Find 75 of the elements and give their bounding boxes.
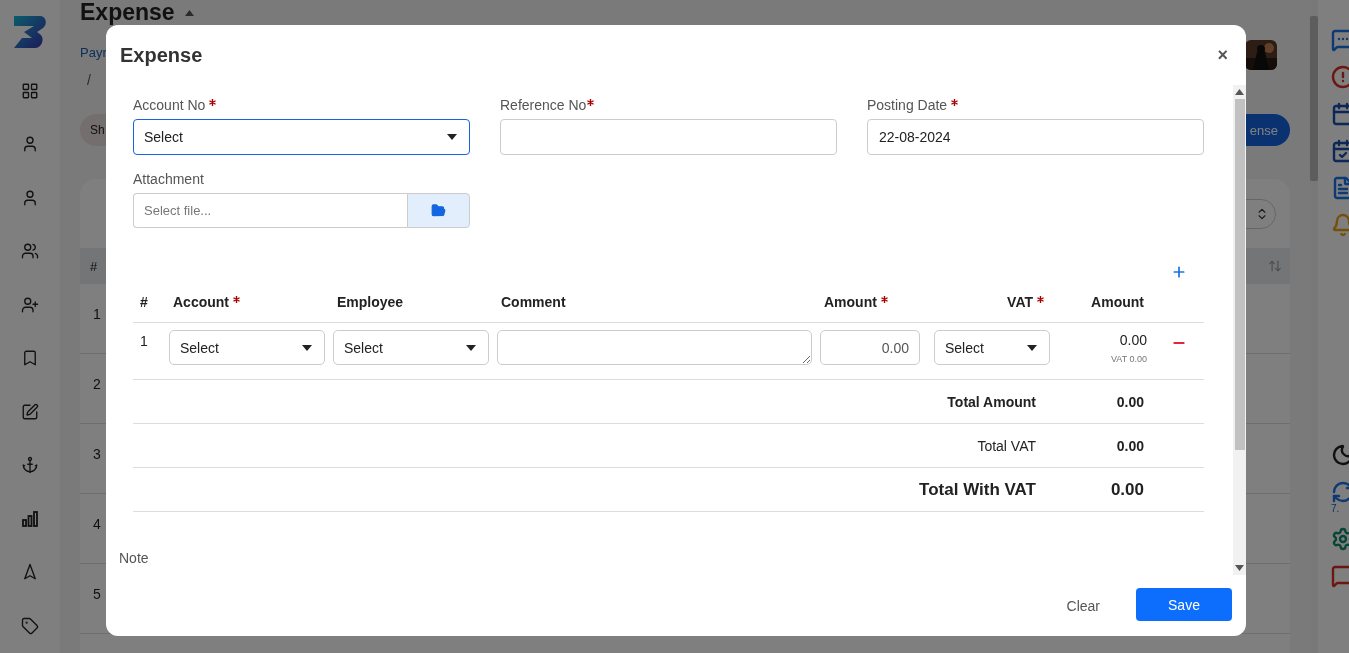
page-title: Expense bbox=[80, 0, 175, 25]
folder-icon bbox=[431, 203, 446, 218]
vat-select[interactable]: Select bbox=[934, 330, 1050, 365]
column-header: Employee bbox=[336, 294, 405, 310]
column-header: Comment bbox=[500, 294, 567, 310]
total-label: Total VAT bbox=[976, 437, 1037, 454]
caret-icon bbox=[302, 344, 312, 351]
row-number: 5 bbox=[93, 586, 101, 604]
add-user-icon[interactable] bbox=[21, 295, 39, 314]
total-label: Total With VAT bbox=[918, 479, 1037, 500]
tag-icon[interactable] bbox=[21, 616, 39, 635]
alert-icon[interactable] bbox=[1331, 65, 1349, 89]
comment-field[interactable] bbox=[497, 330, 812, 365]
column-header: # bbox=[139, 294, 149, 310]
row-number: 3 bbox=[93, 446, 101, 464]
dashboard-icon[interactable] bbox=[21, 81, 39, 100]
clear-button[interactable]: Clear bbox=[1054, 589, 1112, 622]
row-number: 1 bbox=[93, 306, 101, 324]
edit-icon[interactable] bbox=[21, 402, 39, 421]
row-number: 4 bbox=[93, 516, 101, 534]
total-label: Total Amount bbox=[946, 393, 1037, 410]
row-number: 2 bbox=[93, 376, 101, 394]
chat-icon[interactable] bbox=[1331, 28, 1349, 52]
close-button[interactable]: × bbox=[1215, 44, 1230, 66]
scrollbar[interactable] bbox=[1310, 0, 1318, 653]
user-icon[interactable] bbox=[21, 188, 39, 207]
input-field[interactable]: 22-08-2024 bbox=[867, 119, 1204, 155]
scroll-down-icon[interactable] bbox=[1235, 565, 1244, 571]
comment-icon[interactable] bbox=[1331, 564, 1349, 588]
vat-amount: VAT 0.00 bbox=[1110, 354, 1147, 364]
field-label: Attachment bbox=[133, 171, 205, 187]
column-header: VAT bbox=[930, 294, 1054, 310]
refresh-icon[interactable] bbox=[1331, 480, 1349, 504]
user-icon[interactable] bbox=[21, 135, 39, 154]
bar-chart-icon[interactable] bbox=[21, 509, 39, 528]
browse-button[interactable] bbox=[407, 193, 470, 228]
total-value: 0.00 bbox=[1115, 437, 1145, 454]
row-number: 1 bbox=[139, 332, 149, 349]
employee-select[interactable]: Select bbox=[333, 330, 489, 365]
caret-icon bbox=[466, 344, 476, 351]
navigation-icon[interactable] bbox=[21, 563, 39, 582]
file-field[interactable]: Select file... bbox=[133, 193, 407, 228]
column-header: Account bbox=[165, 294, 329, 310]
column-header: Amount bbox=[1090, 294, 1145, 310]
document-icon[interactable] bbox=[1331, 176, 1349, 200]
total-value: 0.00 bbox=[1109, 479, 1145, 500]
total-value: 0.00 bbox=[1115, 393, 1145, 410]
field-label: Posting Date bbox=[867, 97, 1204, 113]
dialog-title: Expense bbox=[120, 43, 203, 67]
field-label: Reference No bbox=[500, 97, 837, 113]
anchor-icon[interactable] bbox=[21, 456, 39, 475]
account-select[interactable]: Select bbox=[169, 330, 325, 365]
line-amount: 0.00 bbox=[1119, 332, 1147, 348]
settings-icon[interactable] bbox=[1331, 527, 1349, 551]
calendar-check-icon[interactable] bbox=[1331, 139, 1349, 163]
amount-field[interactable]: 0.00 bbox=[820, 330, 920, 365]
input-field[interactable] bbox=[500, 119, 837, 155]
moon-icon[interactable] bbox=[1331, 443, 1349, 467]
version-label: 7. bbox=[1331, 503, 1341, 514]
logo-icon bbox=[12, 14, 48, 50]
calendar-icon[interactable] bbox=[1331, 102, 1349, 126]
field-label: Note bbox=[119, 550, 150, 566]
column-header: # bbox=[90, 258, 98, 274]
scrollbar[interactable] bbox=[1233, 85, 1246, 575]
save-button[interactable]: Save bbox=[1136, 588, 1232, 621]
caret-icon[interactable] bbox=[184, 9, 194, 16]
field-label: Account No bbox=[133, 97, 470, 113]
caret-icon bbox=[447, 134, 457, 140]
select-field[interactable]: Select bbox=[133, 119, 470, 155]
breadcrumb-separator: / bbox=[87, 72, 92, 88]
users-icon[interactable] bbox=[21, 242, 39, 261]
bookmark-icon[interactable] bbox=[21, 349, 39, 368]
column-header: Amount bbox=[816, 294, 930, 310]
caret-icon bbox=[1027, 344, 1037, 351]
scroll-up-icon[interactable] bbox=[1235, 89, 1244, 95]
